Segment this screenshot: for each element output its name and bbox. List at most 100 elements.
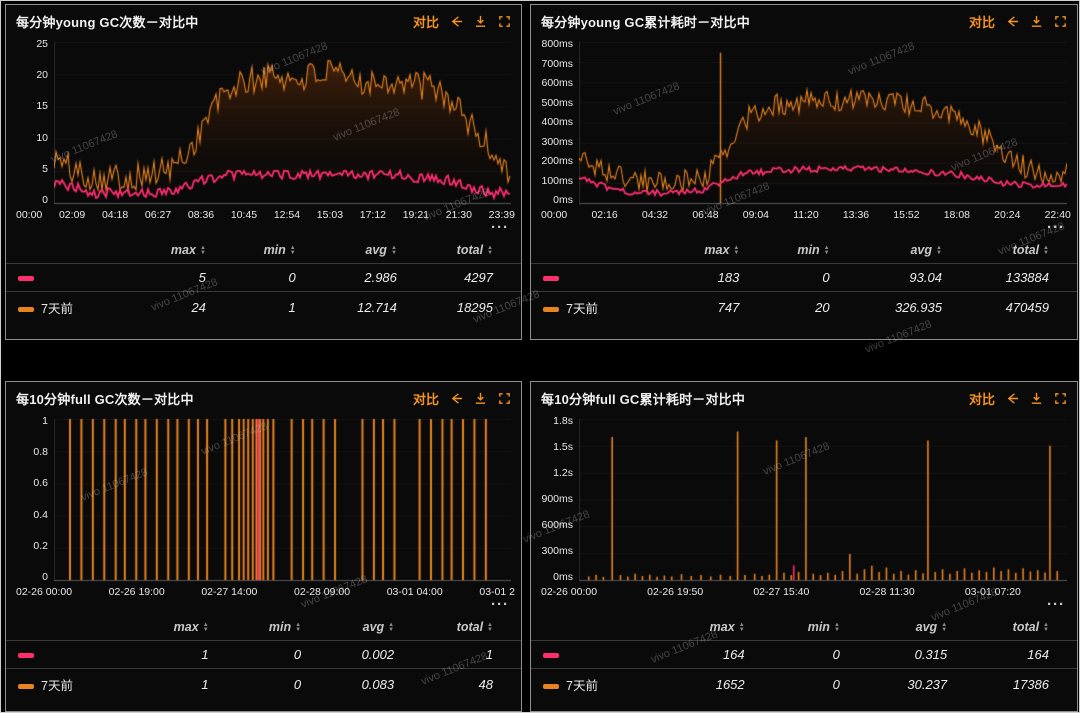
y-tick-label: 900ms: [541, 493, 573, 505]
stat-value: 0: [773, 641, 868, 669]
y-tick-label: 0.8: [33, 446, 48, 458]
series-legend[interactable]: [6, 641, 140, 669]
y-tick-label: 1: [42, 415, 48, 427]
y-tick-label: 600ms: [541, 77, 573, 89]
more-options-button[interactable]: ···: [531, 598, 1077, 610]
x-tick-label: 15:52: [893, 209, 919, 221]
sort-icon: ▲▼: [487, 623, 493, 633]
plot-area[interactable]: [579, 38, 1067, 206]
plot-area[interactable]: [54, 415, 511, 583]
sort-header-min[interactable]: min▲▼: [767, 236, 857, 264]
sort-header-avg[interactable]: avg▲▼: [329, 613, 422, 641]
more-options-button[interactable]: ···: [6, 221, 521, 233]
sort-header-total[interactable]: total▲▼: [425, 236, 521, 264]
stat-value: 0: [234, 264, 324, 292]
x-tick-label: 00:00: [16, 209, 42, 221]
sort-header-min[interactable]: min▲▼: [234, 236, 324, 264]
stats-table: max▲▼min▲▼avg▲▼total▲▼16400.3151647天前165…: [531, 613, 1077, 700]
y-tick-label: 700ms: [541, 58, 573, 70]
x-tick-label: 08:36: [188, 209, 214, 221]
stat-value: 470459: [970, 292, 1077, 324]
sort-down-icon: ▼: [200, 251, 206, 256]
download-icon[interactable]: [1030, 15, 1043, 28]
panel-actions: 对比: [969, 389, 1067, 408]
series-legend[interactable]: 7天前: [6, 292, 140, 324]
back-arrow-icon[interactable]: [1006, 15, 1019, 28]
stat-value: 164: [673, 641, 773, 669]
stat-value: 0: [773, 669, 868, 701]
back-arrow-icon[interactable]: [450, 392, 463, 405]
download-icon[interactable]: [1030, 392, 1043, 405]
stat-value: 0.315: [868, 641, 975, 669]
series-legend[interactable]: 7天前: [6, 669, 140, 701]
sort-header-min[interactable]: min▲▼: [237, 613, 329, 641]
chart-area: 800ms700ms600ms500ms400ms300ms200ms100ms…: [531, 34, 1077, 206]
sort-header-avg[interactable]: avg▲▼: [858, 236, 970, 264]
y-tick-label: 0.4: [33, 509, 48, 521]
compare-button[interactable]: 对比: [413, 12, 439, 31]
download-icon[interactable]: [474, 392, 487, 405]
sort-icon: ▲▼: [391, 246, 397, 256]
sort-header-max[interactable]: max▲▼: [673, 613, 773, 641]
chart-canvas: [579, 38, 1067, 206]
panel-young-gc-time: 每分钟young GC累计耗时－对比中 对比 800ms700ms600ms50…: [530, 4, 1078, 340]
fullscreen-icon[interactable]: [1054, 15, 1067, 28]
compare-button[interactable]: 对比: [969, 389, 995, 408]
stats-row: 7天前1652030.23717386: [531, 669, 1077, 701]
back-arrow-icon[interactable]: [450, 15, 463, 28]
sort-header-total[interactable]: total▲▼: [422, 613, 521, 641]
back-arrow-icon[interactable]: [1006, 392, 1019, 405]
sort-icon: ▲▼: [824, 246, 830, 256]
sort-header-total[interactable]: total▲▼: [970, 236, 1077, 264]
stats-header-row: max▲▼min▲▼avg▲▼total▲▼: [531, 236, 1077, 264]
x-tick-label: 02-26 00:00: [16, 586, 72, 598]
stat-value: 0: [237, 641, 329, 669]
x-tick-label: 06:48: [692, 209, 718, 221]
sort-header-max[interactable]: max▲▼: [140, 613, 237, 641]
stat-value: 164: [975, 641, 1077, 669]
fullscreen-icon[interactable]: [498, 15, 511, 28]
plot-area[interactable]: [54, 38, 511, 206]
sort-down-icon: ▼: [487, 251, 493, 256]
legend-column-header: [531, 613, 673, 641]
panel-title: 每分钟young GC次数－对比中: [16, 12, 199, 31]
plot-area[interactable]: [579, 415, 1067, 583]
sort-down-icon: ▼: [941, 628, 947, 633]
sort-down-icon: ▼: [487, 628, 493, 633]
stat-value: 18295: [425, 292, 521, 324]
x-tick-label: 21:30: [446, 209, 472, 221]
fullscreen-icon[interactable]: [498, 392, 511, 405]
more-options-button[interactable]: ···: [6, 598, 521, 610]
x-tick-label: 02:16: [591, 209, 617, 221]
sort-header-avg[interactable]: avg▲▼: [324, 236, 425, 264]
stat-value: 30.237: [868, 669, 975, 701]
series-legend[interactable]: [6, 264, 140, 292]
sort-down-icon: ▼: [733, 251, 739, 256]
fullscreen-icon[interactable]: [1054, 392, 1067, 405]
stats-header-row: max▲▼min▲▼avg▲▼total▲▼: [6, 236, 521, 264]
y-tick-label: 500ms: [541, 97, 573, 109]
sort-header-max[interactable]: max▲▼: [673, 236, 767, 264]
series-legend[interactable]: [531, 264, 673, 292]
sort-down-icon: ▼: [739, 628, 745, 633]
stat-value: 1: [140, 641, 237, 669]
x-tick-label: 04:18: [102, 209, 128, 221]
download-icon[interactable]: [474, 15, 487, 28]
panel-actions: 对比: [413, 12, 511, 31]
stat-value: 1: [234, 292, 324, 324]
y-tick-label: 0ms: [553, 571, 573, 583]
y-axis-labels: 800ms700ms600ms500ms400ms300ms200ms100ms…: [535, 38, 579, 206]
sort-header-avg[interactable]: avg▲▼: [868, 613, 975, 641]
sort-header-min[interactable]: min▲▼: [773, 613, 868, 641]
series-legend[interactable]: 7天前: [531, 669, 673, 701]
legend-swatch-icon: [18, 276, 34, 281]
stat-value: 5: [140, 264, 234, 292]
compare-button[interactable]: 对比: [413, 389, 439, 408]
more-options-button[interactable]: ···: [531, 221, 1077, 233]
stats-row: 7天前100.08348: [6, 669, 521, 701]
compare-button[interactable]: 对比: [969, 12, 995, 31]
series-legend[interactable]: 7天前: [531, 292, 673, 324]
series-legend[interactable]: [531, 641, 673, 669]
sort-header-total[interactable]: total▲▼: [975, 613, 1077, 641]
sort-header-max[interactable]: max▲▼: [140, 236, 234, 264]
